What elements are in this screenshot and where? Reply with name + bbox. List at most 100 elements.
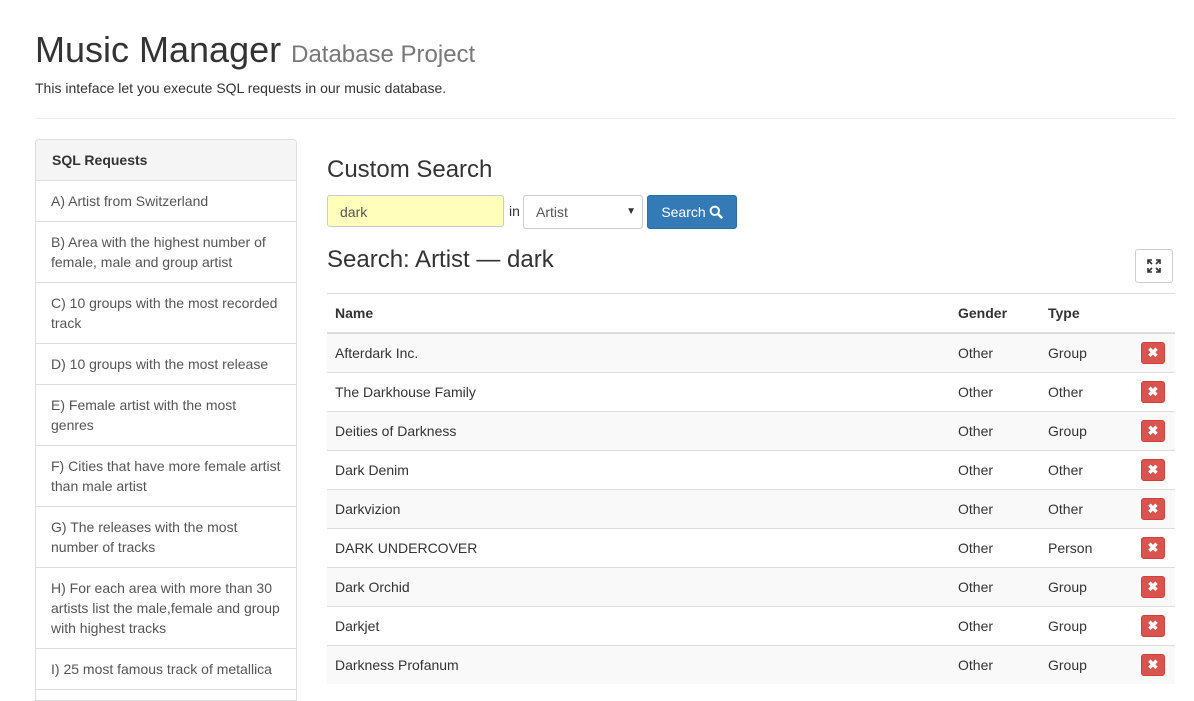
delete-button[interactable]: ✖: [1141, 459, 1165, 481]
sidebar-item[interactable]: F) Cities that have more female artist t…: [36, 446, 296, 507]
sidebar-item[interactable]: E) Female artist with the most genres: [36, 385, 296, 446]
sidebar-list: A) Artist from Switzerland B) Area with t…: [36, 181, 296, 690]
cell-gender: Other: [950, 411, 1040, 451]
table-select-value: Artist: [536, 204, 568, 220]
table-row: Darkness Profanum Other Group ✖: [327, 645, 1175, 684]
in-label: in: [509, 203, 520, 219]
table-row: The Darkhouse Family Other Other ✖: [327, 372, 1175, 412]
column-header-actions: [1133, 293, 1175, 334]
main-content: Custom Search dark in Artist ▼ Search Se…: [327, 155, 1175, 684]
header-divider: [35, 118, 1175, 119]
delete-button[interactable]: ✖: [1141, 576, 1165, 598]
page-title: Music Manager Database Project: [35, 28, 475, 77]
cell-actions: ✖: [1133, 372, 1175, 412]
times-icon: ✖: [1147, 423, 1159, 438]
chevron-down-icon: ▼: [626, 206, 636, 217]
times-icon: ✖: [1147, 657, 1159, 672]
cell-actions: ✖: [1133, 489, 1175, 529]
cell-actions: ✖: [1133, 567, 1175, 607]
app-title: Music Manager: [35, 29, 282, 70]
cell-name: The Darkhouse Family: [327, 372, 950, 412]
table-row: Darkvizion Other Other ✖: [327, 489, 1175, 529]
cell-gender: Other: [950, 332, 1040, 373]
cell-type: Group: [1040, 606, 1133, 646]
search-input[interactable]: dark: [327, 195, 504, 227]
cell-gender: Other: [950, 606, 1040, 646]
cell-actions: ✖: [1133, 450, 1175, 490]
cell-gender: Other: [950, 489, 1040, 529]
page-description: This inteface let you execute SQL reques…: [35, 80, 447, 96]
delete-button[interactable]: ✖: [1141, 615, 1165, 637]
table-row: Dark Orchid Other Group ✖: [327, 567, 1175, 607]
cell-type: Person: [1040, 528, 1133, 568]
table-row: Dark Denim Other Other ✖: [327, 450, 1175, 490]
delete-button[interactable]: ✖: [1141, 420, 1165, 442]
sql-requests-panel: SQL Requests A) Artist from Switzerland B…: [35, 139, 297, 701]
cell-gender: Other: [950, 372, 1040, 412]
delete-button[interactable]: ✖: [1141, 654, 1165, 676]
cell-name: Darkjet: [327, 606, 950, 646]
results-body: Afterdark Inc. Other Group ✖ The Darkhouse F…: [327, 332, 1175, 684]
app-subtitle: Database Project: [291, 41, 476, 68]
column-header-name: Name: [327, 293, 950, 334]
table-select[interactable]: Artist ▼: [523, 195, 643, 229]
page-header: Music Manager Database Project: [35, 28, 475, 77]
cell-type: Other: [1040, 372, 1133, 412]
times-icon: ✖: [1147, 540, 1159, 555]
cell-actions: ✖: [1133, 645, 1175, 684]
cell-gender: Other: [950, 645, 1040, 684]
cell-actions: ✖: [1133, 528, 1175, 568]
search-icon: [709, 205, 723, 219]
cell-name: Afterdark Inc.: [327, 332, 950, 373]
cell-type: Group: [1040, 567, 1133, 607]
table-header-row: Name Gender Type: [327, 293, 1175, 334]
times-icon: ✖: [1147, 579, 1159, 594]
cell-gender: Other: [950, 450, 1040, 490]
delete-button[interactable]: ✖: [1141, 498, 1165, 520]
column-header-gender: Gender: [950, 293, 1040, 334]
cell-name: Darkvizion: [327, 489, 950, 529]
search-button[interactable]: Search: [647, 195, 737, 229]
cell-gender: Other: [950, 528, 1040, 568]
delete-button[interactable]: ✖: [1141, 381, 1165, 403]
delete-button[interactable]: ✖: [1141, 537, 1165, 559]
table-row: Afterdark Inc. Other Group ✖: [327, 332, 1175, 373]
cell-type: Other: [1040, 489, 1133, 529]
times-icon: ✖: [1147, 345, 1159, 360]
times-icon: ✖: [1147, 462, 1159, 477]
cell-gender: Other: [950, 567, 1040, 607]
delete-button[interactable]: ✖: [1141, 342, 1165, 364]
results-table: Name Gender Type Afterdark Inc. Other Grou…: [327, 293, 1175, 684]
cell-type: Other: [1040, 450, 1133, 490]
sidebar-item[interactable]: A) Artist from Switzerland: [36, 181, 296, 222]
panel-heading: SQL Requests: [36, 140, 296, 181]
custom-search-heading: Custom Search: [327, 156, 493, 183]
search-button-label: Search: [661, 204, 706, 220]
cell-actions: ✖: [1133, 411, 1175, 451]
sidebar-item[interactable]: G) The releases with the most number of …: [36, 507, 296, 568]
cell-actions: ✖: [1133, 606, 1175, 646]
times-icon: ✖: [1147, 501, 1159, 516]
results-title: Search: Artist — dark: [327, 246, 554, 273]
cell-type: Group: [1040, 411, 1133, 451]
sidebar-item[interactable]: D) 10 groups with the most release: [36, 344, 296, 385]
table-row: Darkjet Other Group ✖: [327, 606, 1175, 646]
sidebar-item[interactable]: C) 10 groups with the most recorded trac…: [36, 283, 296, 344]
times-icon: ✖: [1147, 384, 1159, 399]
cell-name: DARK UNDERCOVER: [327, 528, 950, 568]
sidebar-item[interactable]: H) For each area with more than 30 artis…: [36, 568, 296, 649]
expand-icon: [1147, 259, 1161, 273]
cell-type: Group: [1040, 645, 1133, 684]
cell-name: Darkness Profanum: [327, 645, 950, 684]
cell-actions: ✖: [1133, 332, 1175, 373]
cell-name: Dark Denim: [327, 450, 950, 490]
sidebar-item[interactable]: I) 25 most famous track of metallica: [36, 649, 296, 690]
sidebar-item[interactable]: B) Area with the highest number of femal…: [36, 222, 296, 283]
times-icon: ✖: [1147, 618, 1159, 633]
table-row: Deities of Darkness Other Group ✖: [327, 411, 1175, 451]
cell-name: Deities of Darkness: [327, 411, 950, 451]
expand-button[interactable]: [1135, 249, 1173, 283]
column-header-type: Type: [1040, 293, 1133, 334]
cell-name: Dark Orchid: [327, 567, 950, 607]
table-row: DARK UNDERCOVER Other Person ✖: [327, 528, 1175, 568]
